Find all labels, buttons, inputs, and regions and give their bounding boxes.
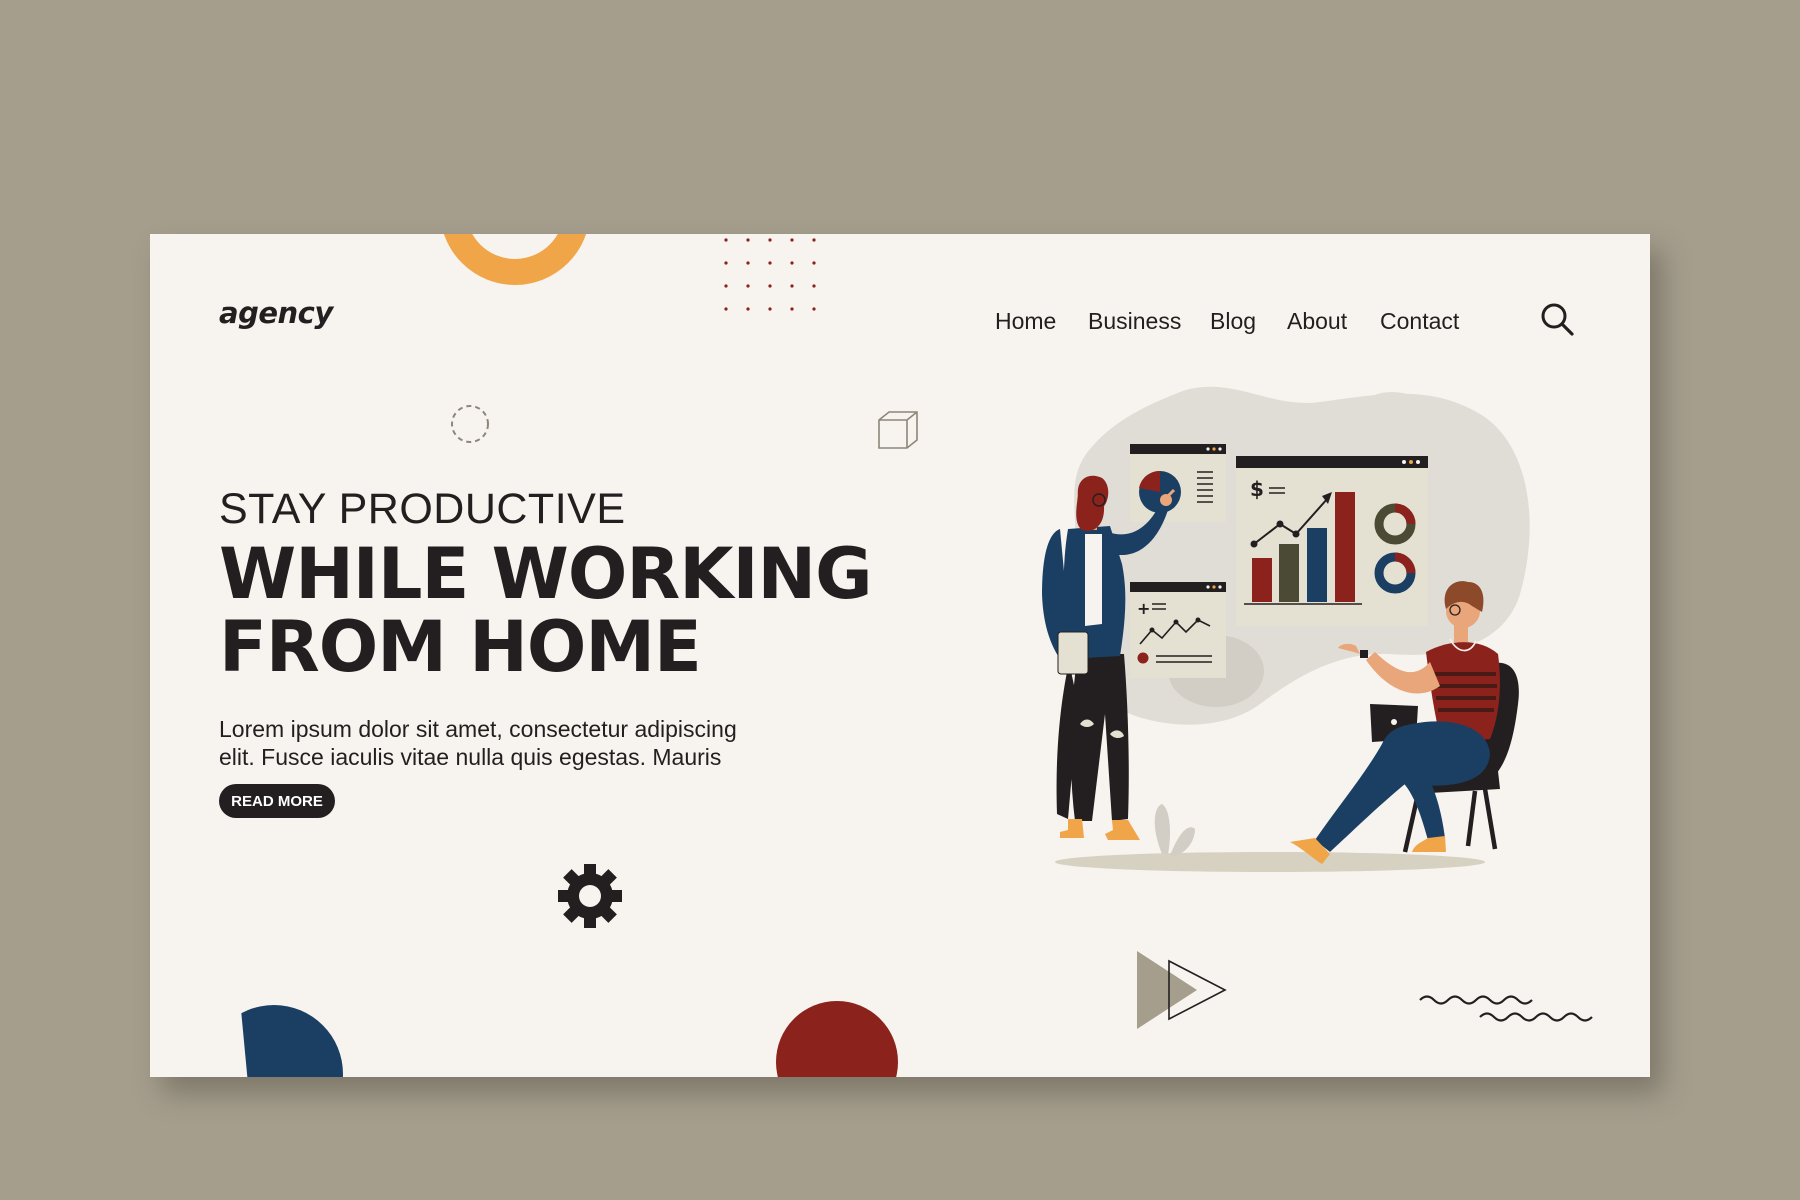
dashboard-main-board: $ — [1236, 456, 1428, 626]
red-circle-decoration — [776, 1001, 898, 1077]
navy-half-circle-decoration — [190, 999, 343, 1077]
landing-card: agency Home Business Blog About Contact … — [150, 234, 1650, 1077]
grid-dot — [812, 261, 816, 265]
work-from-home-illustration: + $ — [1042, 386, 1530, 872]
grid-dot — [746, 261, 750, 265]
grid-dot — [812, 238, 816, 242]
grid-dot — [812, 284, 816, 288]
grid-dot — [790, 284, 794, 288]
nav-item-blog[interactable]: Blog — [1210, 308, 1256, 335]
description-line-1: Lorem ipsum dolor sit amet, consectetur … — [219, 715, 737, 742]
play-arrows-decoration — [1137, 951, 1227, 1029]
hero-headline: WHILE WORKING FROM HOME — [219, 537, 939, 689]
main-nav: Home Business Blog About Contact — [150, 308, 1650, 342]
read-more-button[interactable]: READ MORE — [219, 784, 335, 818]
nav-item-about[interactable]: About — [1287, 308, 1347, 335]
dashboard-panel-pie — [1130, 444, 1226, 522]
grid-dot — [768, 284, 772, 288]
plus-symbol: + — [1137, 599, 1150, 618]
grid-dot — [724, 284, 728, 288]
dollar-symbol: $ — [1250, 477, 1264, 501]
grid-dot — [790, 261, 794, 265]
cube-outline-icon — [878, 411, 918, 449]
headline-line-1: WHILE WORKING — [219, 532, 873, 615]
nav-item-home[interactable]: Home — [995, 308, 1056, 335]
orange-ring-decoration — [443, 234, 587, 285]
hero-description: Lorem ipsum dolor sit amet, consectetur … — [219, 715, 859, 771]
hero-text-block: STAY PRODUCTIVE WHILE WORKING FROM HOME … — [219, 484, 939, 771]
nav-item-contact[interactable]: Contact — [1380, 308, 1459, 335]
hero-eyebrow: STAY PRODUCTIVE — [219, 485, 626, 533]
grid-dot — [724, 261, 728, 265]
grid-dot — [768, 238, 772, 242]
floor-shadow — [1055, 852, 1485, 872]
headline-line-2: FROM HOME — [219, 606, 702, 689]
gear-icon — [558, 864, 622, 928]
grid-dot — [768, 261, 772, 265]
wavy-lines-decoration — [1419, 995, 1593, 1022]
dashed-circle-decoration — [451, 405, 489, 443]
search-icon — [1541, 303, 1574, 336]
grid-dot — [724, 238, 728, 242]
dashboard-panel-line: + — [1130, 582, 1226, 678]
nav-item-business[interactable]: Business — [1088, 308, 1181, 335]
grid-dot — [746, 238, 750, 242]
grid-dot — [746, 284, 750, 288]
description-line-2: elit. Fusce iaculis vitae nulla quis ege… — [219, 743, 722, 770]
grid-dot — [790, 238, 794, 242]
search-button[interactable] — [1538, 300, 1578, 340]
